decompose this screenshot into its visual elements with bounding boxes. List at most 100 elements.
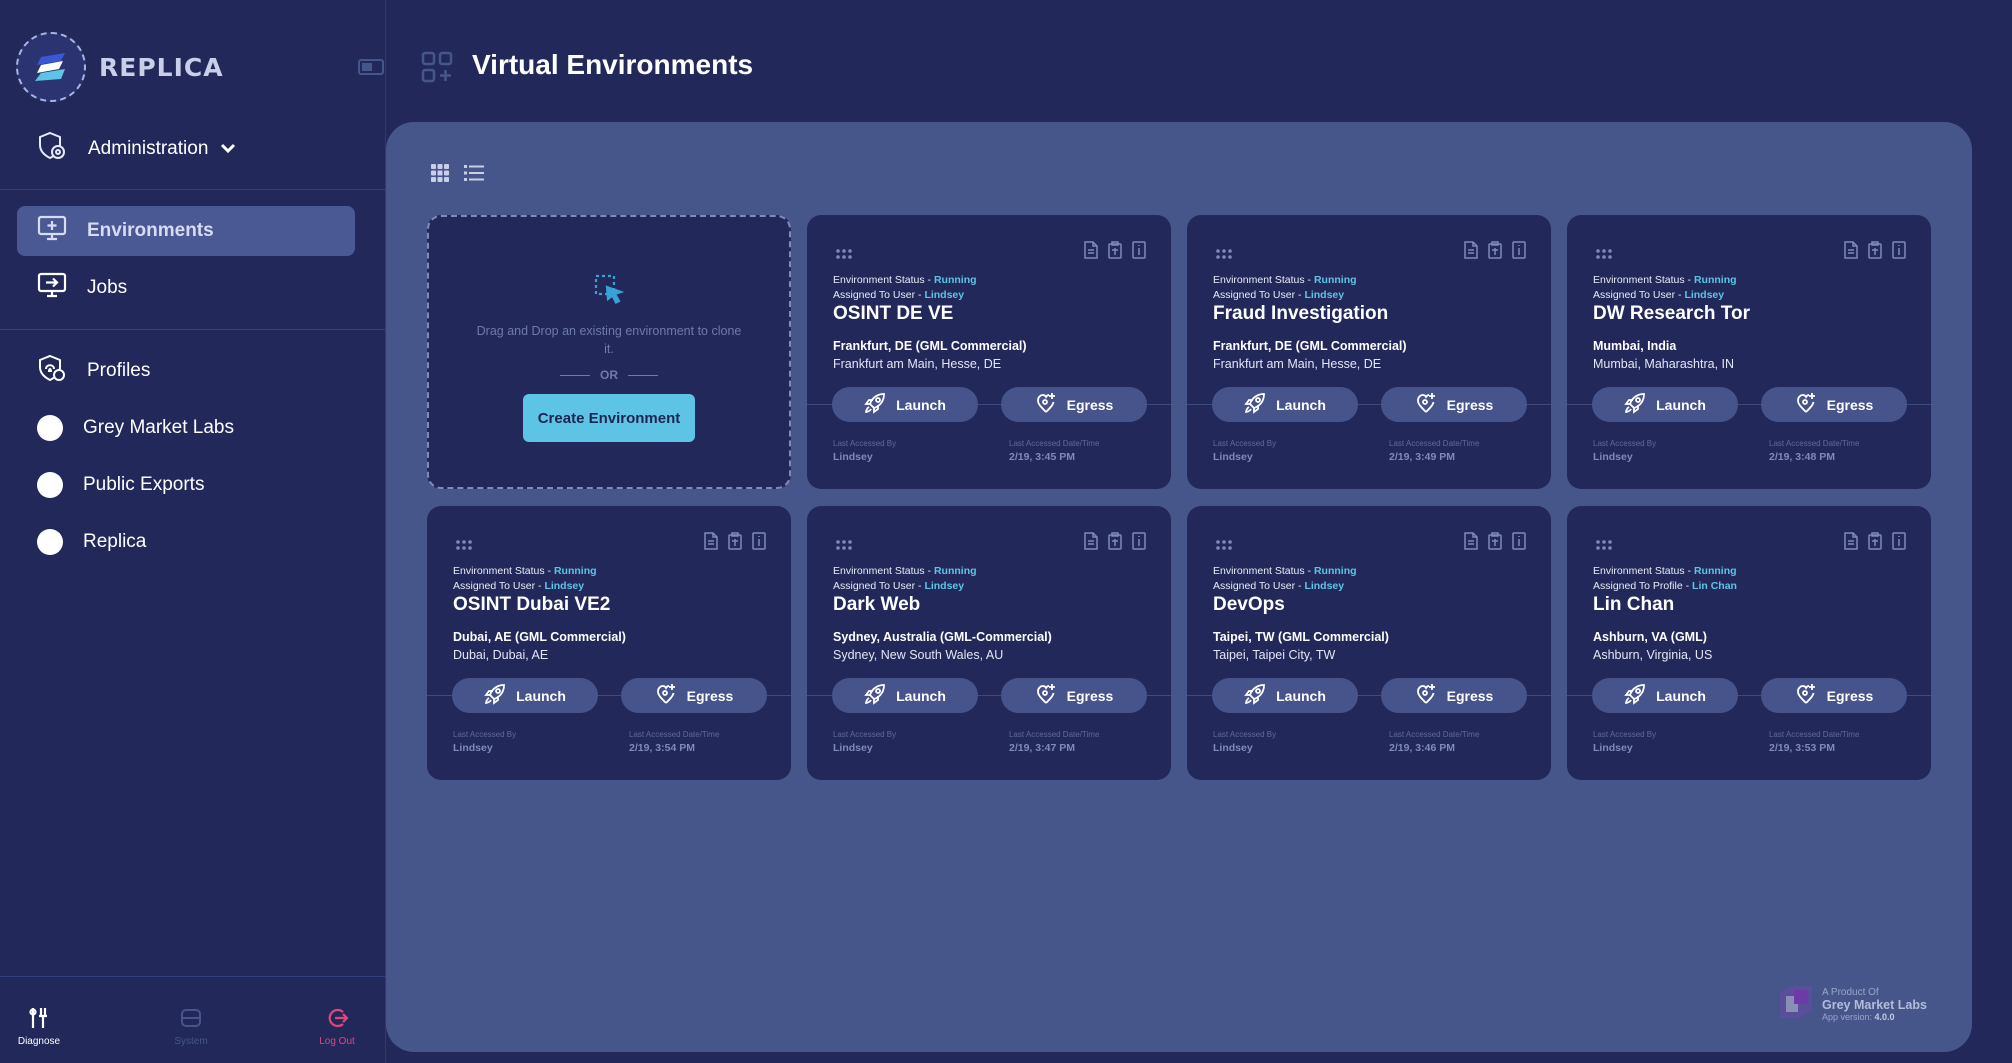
drag-handle-icon[interactable]: [1595, 538, 1613, 556]
assignment: Assigned To User - Lindsey: [1593, 289, 1725, 301]
info-icon[interactable]: [1511, 241, 1527, 259]
info-icon[interactable]: [1131, 532, 1147, 550]
assignment: Assigned To User - Lindsey: [833, 580, 965, 592]
or-separator: OR: [550, 368, 668, 382]
info-icon[interactable]: [1511, 532, 1527, 550]
environment-name: DevOps: [1213, 594, 1285, 615]
info-icon[interactable]: [1891, 241, 1907, 259]
egress-button[interactable]: Egress: [1761, 678, 1907, 713]
environment-card[interactable]: Environment Status - Running Assigned To …: [1187, 506, 1551, 780]
rocket-icon: [1624, 392, 1656, 417]
egress-button[interactable]: Egress: [1381, 678, 1527, 713]
document-icon[interactable]: [1463, 241, 1479, 259]
product-credit: A Product Of Grey Market Labs App versio…: [1776, 982, 1927, 1027]
launch-button[interactable]: Launch: [1592, 387, 1738, 422]
drag-handle-icon[interactable]: [455, 538, 473, 556]
grey-market-labs-logo-icon: [1776, 982, 1816, 1027]
drag-handle-icon[interactable]: [1215, 247, 1233, 265]
environment-name: Lin Chan: [1593, 594, 1675, 615]
launch-button[interactable]: Launch: [832, 678, 978, 713]
brand[interactable]: REPLICA: [16, 32, 224, 102]
sidebar-item-grey-market-labs[interactable]: Grey Market Labs: [17, 403, 355, 453]
environment-card[interactable]: Environment Status - Running Assigned To …: [807, 215, 1171, 489]
info-icon[interactable]: [1891, 532, 1907, 550]
environment-location: Frankfurt, DE (GML Commercial): [833, 339, 1027, 353]
clipboard-icon[interactable]: [1107, 532, 1123, 550]
clipboard-icon[interactable]: [727, 532, 743, 550]
clipboard-icon[interactable]: [1867, 241, 1883, 259]
egress-button[interactable]: Egress: [1761, 387, 1907, 422]
grid-view-icon[interactable]: [431, 164, 449, 187]
diagnose-button[interactable]: Diagnose: [4, 1006, 74, 1047]
monitor-arrow-icon: [37, 271, 67, 305]
sidebar-item-profiles[interactable]: Profiles: [17, 346, 355, 396]
drag-handle-icon[interactable]: [835, 247, 853, 265]
document-icon[interactable]: [1083, 241, 1099, 259]
rocket-icon: [864, 683, 896, 708]
clipboard-icon[interactable]: [1487, 241, 1503, 259]
clipboard-icon[interactable]: [1867, 532, 1883, 550]
list-view-icon[interactable]: [464, 164, 484, 187]
assigned-value: Lindsey: [544, 580, 585, 592]
last-accessed-by: Lindsey: [1593, 742, 1633, 754]
egress-button[interactable]: Egress: [1001, 678, 1147, 713]
card-actions: [1843, 241, 1907, 259]
document-icon[interactable]: [1843, 532, 1859, 550]
launch-button[interactable]: Launch: [1212, 387, 1358, 422]
document-icon[interactable]: [703, 532, 719, 550]
document-icon[interactable]: [1463, 532, 1479, 550]
sidebar-divider: [0, 189, 386, 190]
sidebar-item-environments[interactable]: Environments: [17, 206, 355, 256]
environment-card[interactable]: Environment Status - Running Assigned To …: [427, 506, 791, 780]
last-accessed-by-label: Last Accessed By: [833, 730, 897, 739]
logout-button[interactable]: Log Out: [302, 1006, 372, 1047]
document-icon[interactable]: [1083, 532, 1099, 550]
egress-button[interactable]: Egress: [621, 678, 767, 713]
administration-dropdown[interactable]: Administration: [36, 130, 236, 168]
status-value: Running: [1693, 565, 1737, 577]
environment-card[interactable]: Environment Status - Running Assigned To …: [1567, 506, 1931, 780]
sidebar-item-replica[interactable]: Replica: [17, 517, 355, 567]
info-icon[interactable]: [751, 532, 767, 550]
environment-sublocation: Mumbai, Maharashtra, IN: [1593, 357, 1735, 371]
status-value: Running: [933, 274, 977, 286]
environment-location: Ashburn, VA (GML): [1593, 630, 1707, 644]
assigned-value: Lin Chan: [1692, 580, 1737, 592]
assigned-value: Lindsey: [924, 289, 965, 301]
chevron-down-icon: [220, 138, 236, 160]
last-accessed-by: Lindsey: [833, 742, 873, 754]
rocket-icon: [1624, 683, 1656, 708]
info-icon[interactable]: [1131, 241, 1147, 259]
last-accessed-date-label: Last Accessed Date/Time: [1769, 730, 1860, 739]
monitor-plus-icon: [37, 214, 67, 248]
sidebar-toggle-icon[interactable]: [358, 58, 384, 81]
clipboard-icon[interactable]: [1107, 241, 1123, 259]
environment-card[interactable]: Environment Status - Running Assigned To …: [1567, 215, 1931, 489]
drag-handle-icon[interactable]: [835, 538, 853, 556]
environment-location: Sydney, Australia (GML-Commercial): [833, 630, 1052, 644]
egress-icon: [1415, 683, 1447, 708]
drag-handle-icon[interactable]: [1215, 538, 1233, 556]
launch-button[interactable]: Launch: [452, 678, 598, 713]
company-name: Grey Market Labs: [1822, 997, 1927, 1012]
last-accessed-date: 2/19, 3:46 PM: [1389, 742, 1455, 754]
clipboard-icon[interactable]: [1487, 532, 1503, 550]
or-label: OR: [600, 368, 618, 382]
launch-button[interactable]: Launch: [1592, 678, 1738, 713]
environment-status: Environment Status - Running: [1213, 274, 1357, 286]
sidebar-item-jobs[interactable]: Jobs: [17, 263, 355, 313]
card-actions: [1083, 241, 1147, 259]
launch-button[interactable]: Launch: [1212, 678, 1358, 713]
drag-handle-icon[interactable]: [1595, 247, 1613, 265]
egress-button[interactable]: Egress: [1381, 387, 1527, 422]
egress-button[interactable]: Egress: [1001, 387, 1147, 422]
system-button[interactable]: System: [156, 1006, 226, 1047]
environment-status: Environment Status - Running: [833, 274, 977, 286]
create-environment-button[interactable]: Create Environment: [523, 394, 695, 442]
launch-button[interactable]: Launch: [832, 387, 978, 422]
sidebar-item-public-exports[interactable]: Public Exports: [17, 460, 355, 510]
document-icon[interactable]: [1843, 241, 1859, 259]
drop-zone-card[interactable]: Drag and Drop an existing environment to…: [427, 215, 791, 489]
environment-card[interactable]: Environment Status - Running Assigned To …: [1187, 215, 1551, 489]
environment-card[interactable]: Environment Status - Running Assigned To …: [807, 506, 1171, 780]
